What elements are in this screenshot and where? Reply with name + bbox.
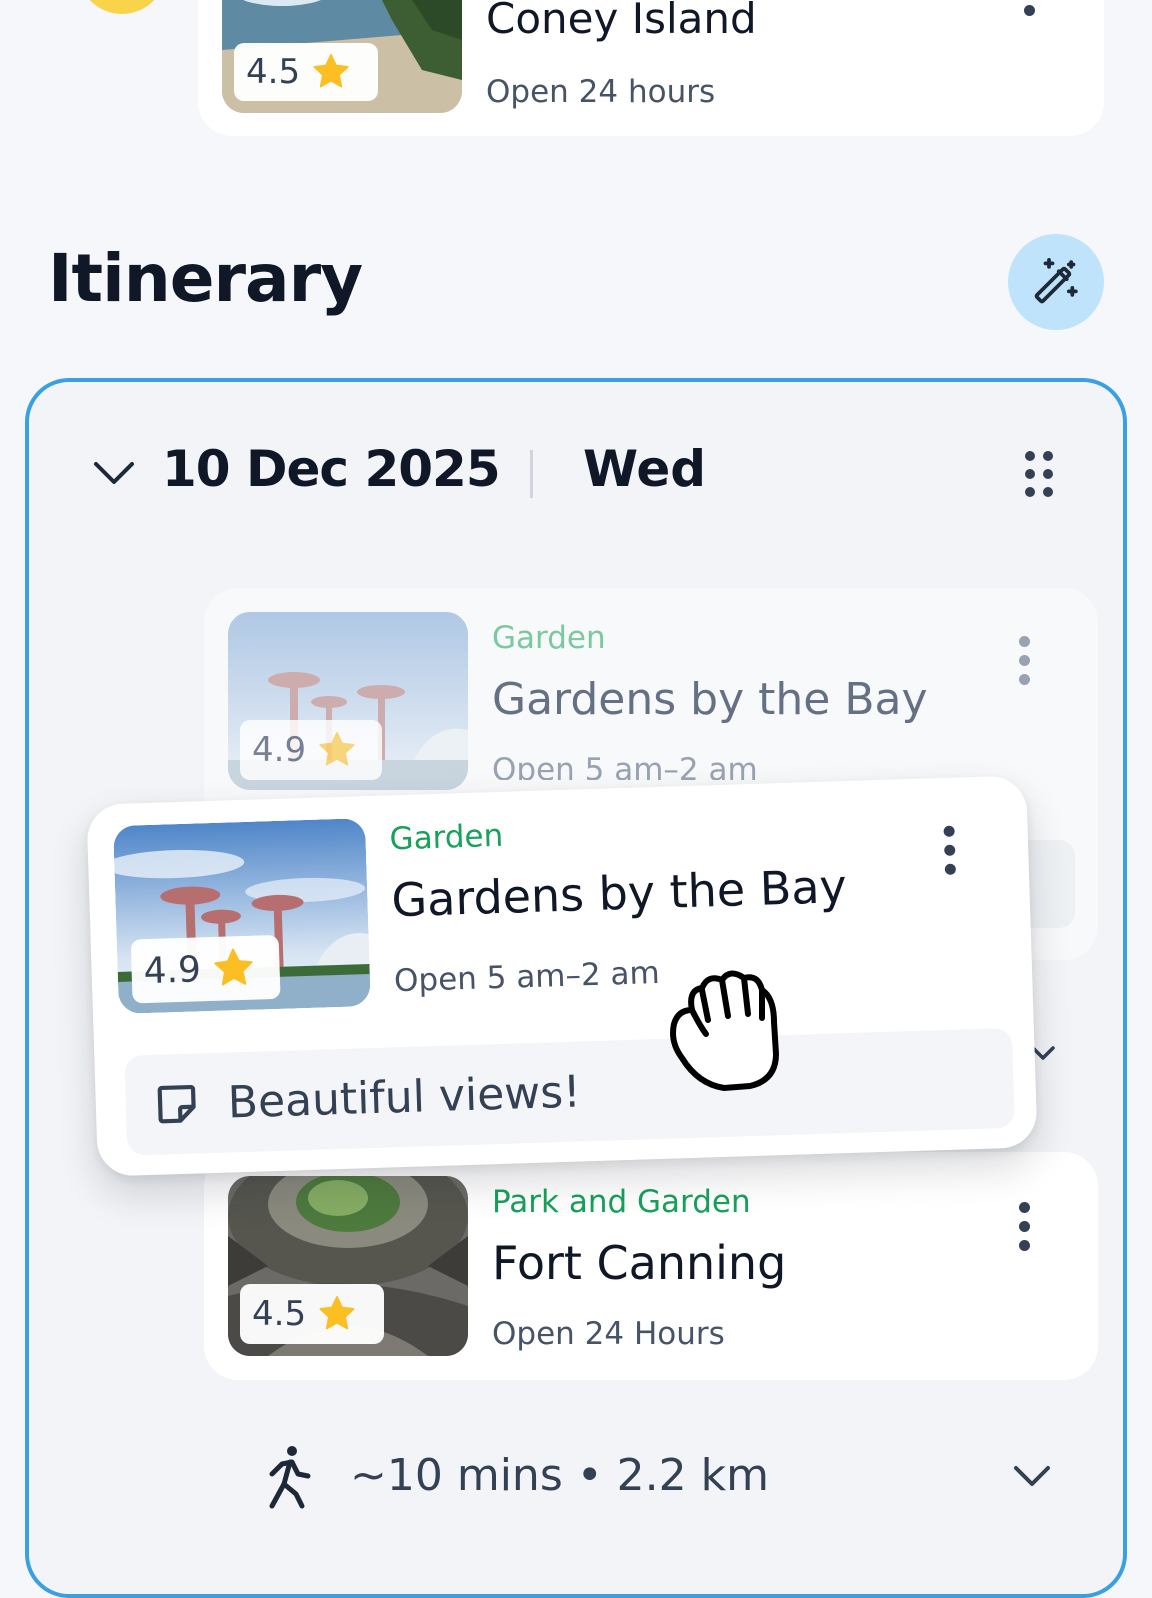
place-title: Gardens by the Bay	[492, 674, 928, 725]
place-hours: Open 24 Hours	[492, 1316, 725, 1352]
note-text: Beautiful views!	[227, 1065, 582, 1129]
place-hours: Open 5 am–2 am	[393, 954, 661, 1000]
rating-value: 4.5	[252, 1294, 307, 1334]
marker-dot	[78, 0, 166, 14]
day-weekday: Wed	[583, 440, 707, 498]
magic-wand-button[interactable]	[1008, 234, 1104, 330]
rating-badge: 4.5	[240, 1284, 384, 1344]
place-category: Garden	[389, 817, 504, 858]
section-title: Itinerary	[48, 240, 363, 317]
star-icon	[316, 1293, 358, 1335]
place-title: Gardens by the Bay	[390, 859, 848, 928]
more-options-icon[interactable]	[1024, 0, 1035, 16]
chevron-down-icon[interactable]	[92, 454, 136, 494]
note-icon	[157, 1084, 196, 1124]
chevron-down-icon[interactable]	[1008, 1456, 1056, 1496]
rating-badge: 4.5	[234, 43, 378, 101]
more-options-icon[interactable]	[943, 825, 957, 875]
drag-handle-icon[interactable]	[1020, 448, 1060, 500]
travel-summary: ~10 mins • 2.2 km	[350, 1450, 769, 1501]
star-icon	[210, 945, 257, 992]
place-category: Park and Garden	[492, 1184, 751, 1220]
rating-badge: 4.9	[130, 934, 281, 1004]
grab-cursor-icon	[670, 970, 779, 1091]
dragged-place-card[interactable]: 4.9 Garden Gardens by the Bay Open 5 am–…	[86, 775, 1038, 1177]
day-date: 10 Dec 2025	[162, 440, 501, 498]
rating-value: 4.9	[252, 730, 307, 770]
rating-value: 4.5	[246, 52, 301, 92]
magic-wand-icon	[1034, 257, 1078, 304]
more-options-icon	[1019, 636, 1030, 685]
walking-icon	[269, 1446, 311, 1509]
star-icon	[316, 729, 358, 771]
place-title: Coney Island	[486, 0, 757, 43]
rating-badge: 4.9	[240, 720, 382, 780]
divider	[530, 450, 533, 498]
place-hours: Open 24 hours	[486, 74, 716, 110]
place-note[interactable]: Beautiful views!	[124, 1027, 1015, 1156]
place-category: Garden	[492, 620, 606, 656]
place-hours: Open 5 am–2 am	[492, 752, 758, 780]
place-title: Fort Canning	[492, 1236, 787, 1290]
more-options-icon[interactable]	[1019, 1202, 1030, 1251]
star-icon	[310, 51, 352, 93]
rating-value: 4.9	[142, 948, 202, 992]
